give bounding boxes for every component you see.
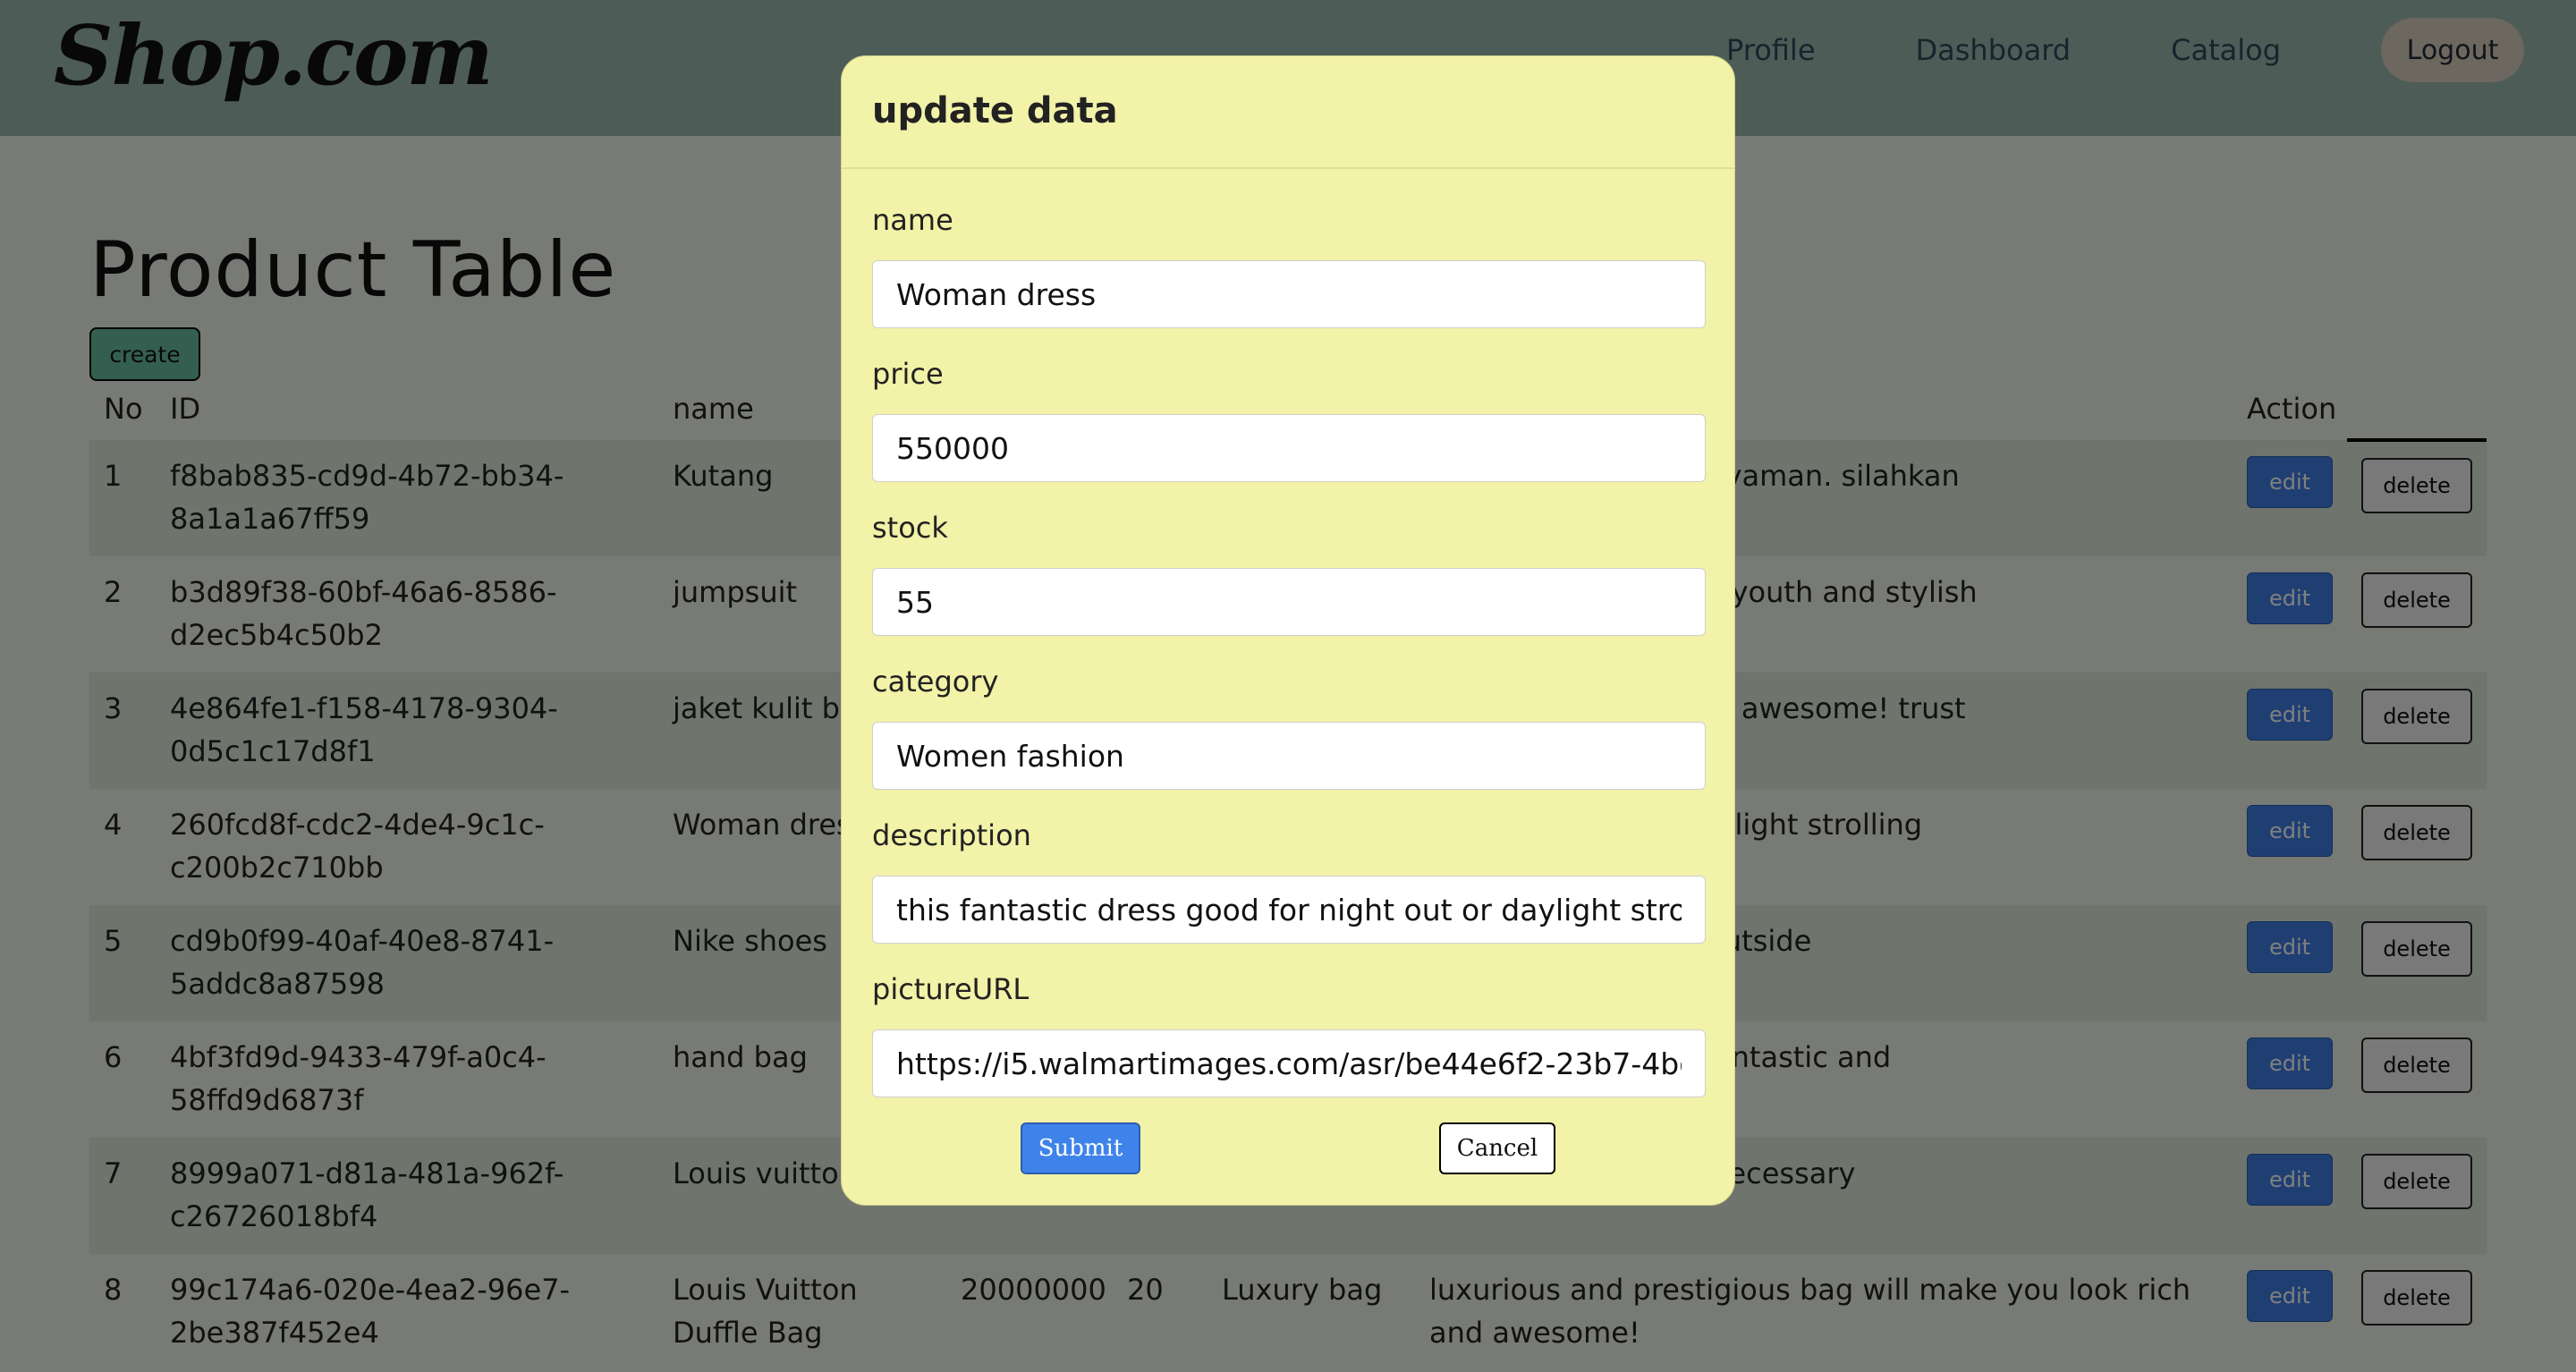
description-input[interactable] xyxy=(872,876,1706,944)
cancel-button[interactable]: Cancel xyxy=(1439,1122,1555,1174)
modal-title: update data xyxy=(872,90,1118,131)
name-input[interactable] xyxy=(872,260,1706,328)
form-group-stock: stock xyxy=(872,511,1706,636)
page: Shop.com Profile Dashboard Catalog Logou… xyxy=(0,0,2576,1372)
submit-button[interactable]: Submit xyxy=(1021,1122,1140,1174)
price-input[interactable] xyxy=(872,414,1706,482)
picture-url-input[interactable] xyxy=(872,1029,1706,1097)
form-group-picture-url: pictureURL xyxy=(872,972,1706,1097)
name-label: name xyxy=(872,203,953,237)
picture-url-label: pictureURL xyxy=(872,972,1030,1006)
stock-input[interactable] xyxy=(872,568,1706,636)
stock-label: stock xyxy=(872,511,948,545)
update-modal: update data name price stock category de… xyxy=(841,55,1735,1206)
form-group-price: price xyxy=(872,357,1706,482)
category-input[interactable] xyxy=(872,722,1706,790)
description-label: description xyxy=(872,818,1031,852)
category-label: category xyxy=(872,665,999,699)
form-group-name: name xyxy=(872,203,1706,328)
form-group-description: description xyxy=(872,818,1706,944)
price-label: price xyxy=(872,357,944,391)
form-group-category: category xyxy=(872,665,1706,790)
